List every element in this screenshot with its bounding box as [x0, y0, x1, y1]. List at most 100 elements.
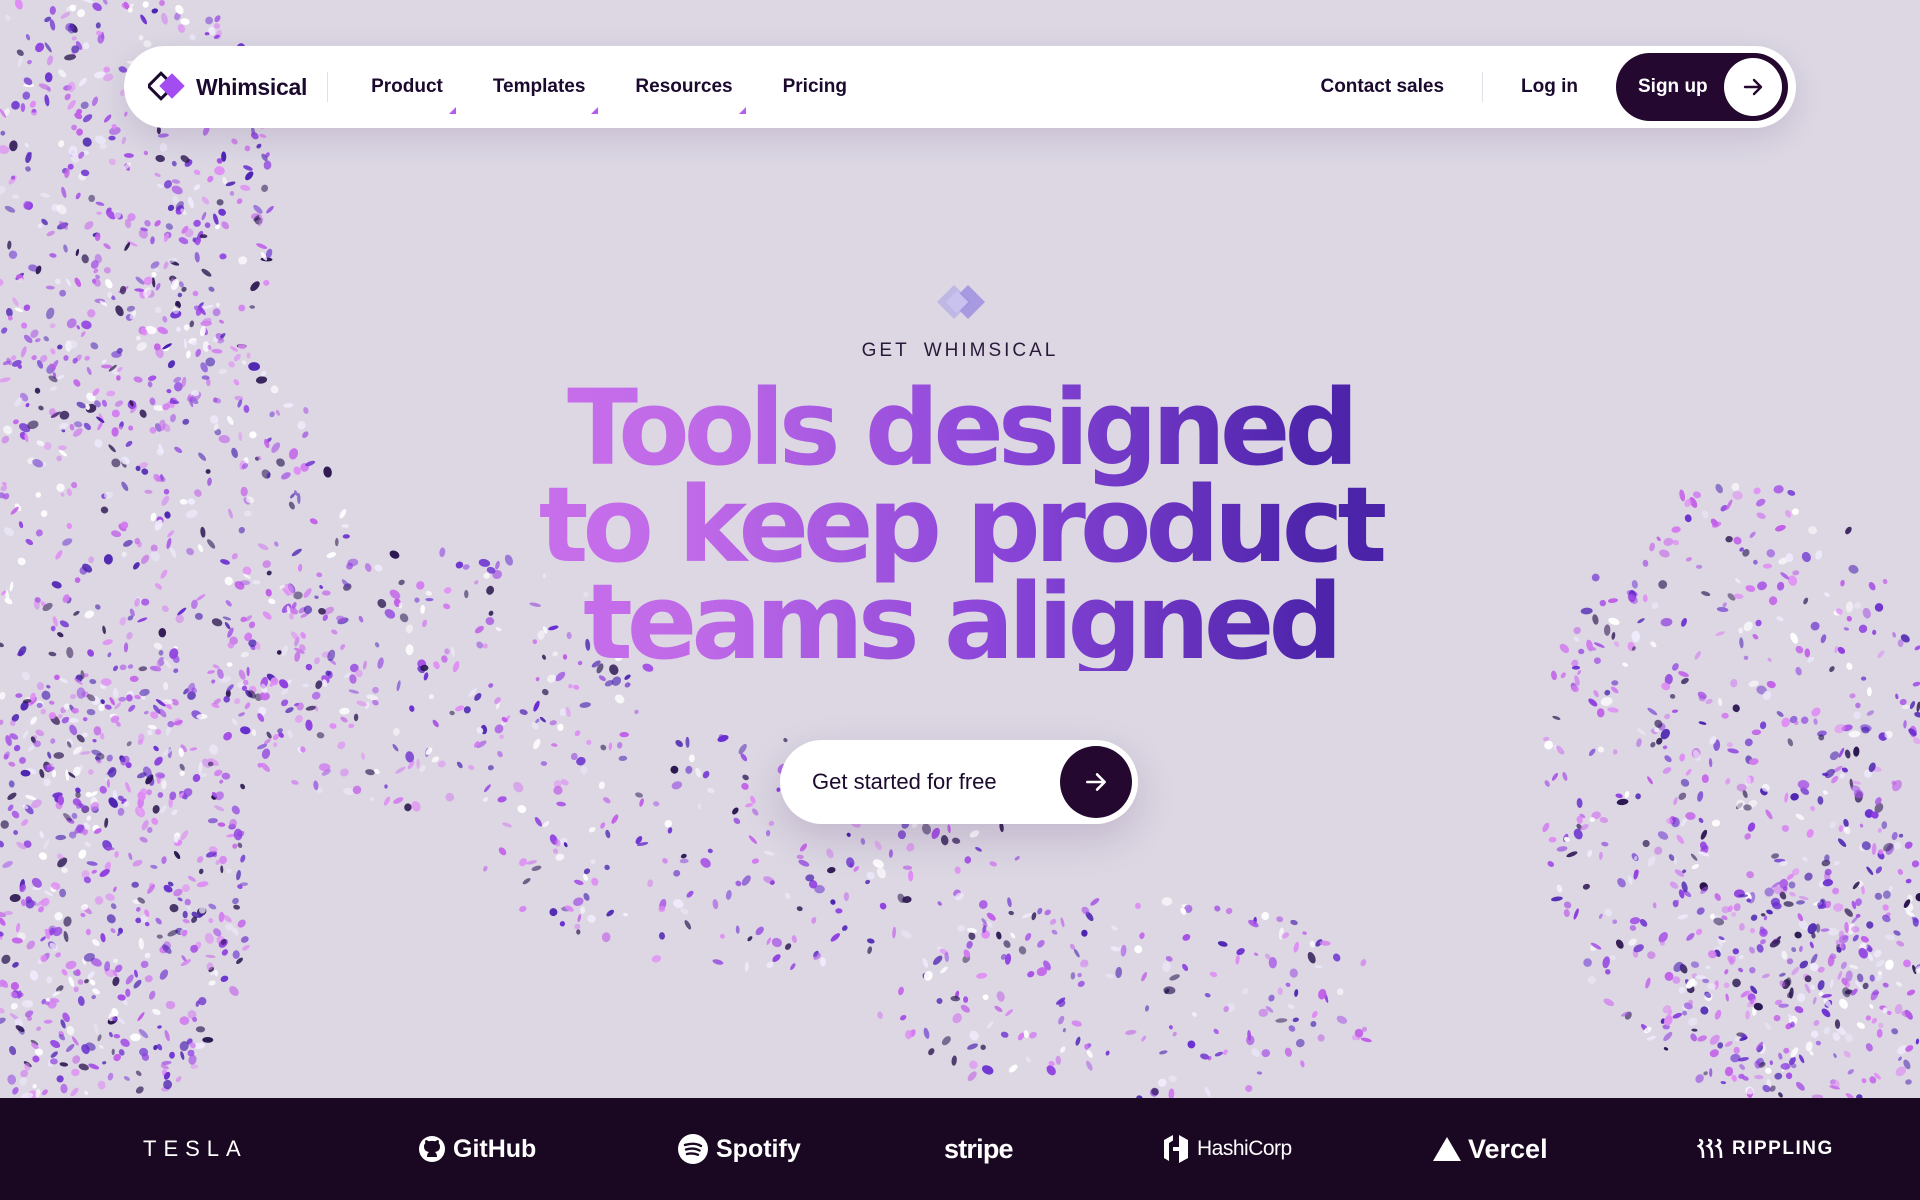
confetti-piece — [219, 779, 224, 784]
confetti-piece — [142, 1, 149, 8]
confetti-piece — [1797, 993, 1806, 1003]
nav-item-resources[interactable]: Resources — [610, 76, 757, 114]
confetti-piece — [231, 805, 240, 815]
confetti-piece — [41, 690, 51, 700]
confetti-piece — [579, 702, 591, 708]
confetti-piece — [159, 805, 167, 814]
confetti-piece — [1892, 780, 1902, 792]
confetti-piece — [950, 995, 961, 1002]
confetti-piece — [1081, 929, 1088, 937]
confetti-piece — [165, 1000, 176, 1010]
confetti-piece — [533, 700, 540, 712]
confetti-piece — [580, 766, 588, 774]
confetti-piece — [1669, 693, 1676, 699]
confetti-piece — [71, 812, 78, 819]
confetti-piece — [181, 955, 187, 962]
confetti-piece — [337, 741, 346, 750]
confetti-piece — [1714, 1009, 1722, 1020]
confetti-piece — [104, 704, 112, 710]
confetti-piece — [1169, 974, 1180, 981]
confetti-piece — [205, 954, 216, 959]
confetti-piece — [1000, 1031, 1009, 1038]
confetti-piece — [40, 193, 50, 198]
confetti-piece — [21, 322, 28, 329]
confetti-piece — [680, 853, 687, 859]
confetti-piece — [248, 362, 260, 371]
confetti-piece — [92, 939, 100, 947]
confetti-piece — [1662, 767, 1672, 774]
confetti-piece — [975, 846, 982, 852]
confetti-piece — [1717, 1042, 1724, 1049]
nav-item-pricing[interactable]: Pricing — [758, 76, 872, 98]
headline-line: Tools designed — [567, 367, 1353, 489]
confetti-piece — [1811, 707, 1821, 717]
confetti-piece — [305, 705, 316, 711]
confetti-piece — [77, 9, 86, 18]
confetti-piece — [1700, 1006, 1709, 1015]
confetti-piece — [108, 135, 116, 141]
confetti-piece — [546, 674, 557, 683]
confetti-piece — [10, 1002, 18, 1010]
confetti-piece — [47, 751, 52, 759]
confetti-piece — [1627, 875, 1633, 885]
confetti-piece — [835, 908, 843, 914]
confetti-piece — [1873, 949, 1882, 958]
confetti-piece — [1866, 710, 1875, 716]
confetti-piece — [662, 858, 668, 864]
confetti-piece — [7, 792, 17, 800]
confetti-piece — [67, 100, 76, 110]
login-link[interactable]: Log in — [1483, 76, 1616, 98]
nav-item-templates[interactable]: Templates — [468, 76, 611, 114]
confetti-piece — [1090, 898, 1100, 906]
confetti-piece — [1003, 940, 1011, 948]
nav-item-product[interactable]: Product — [346, 76, 468, 114]
confetti-piece — [1679, 753, 1686, 762]
confetti-piece — [48, 700, 55, 705]
confetti-piece — [392, 744, 399, 752]
confetti-piece — [1709, 1068, 1713, 1077]
confetti-piece — [238, 256, 248, 265]
confetti-piece — [108, 1031, 113, 1038]
confetti-piece — [1731, 1074, 1737, 1082]
confetti-piece — [221, 221, 230, 230]
contact-sales-link[interactable]: Contact sales — [1282, 76, 1482, 98]
confetti-piece — [213, 805, 225, 812]
confetti-piece — [1673, 797, 1678, 806]
confetti-piece — [348, 723, 355, 729]
confetti-piece — [1748, 946, 1755, 954]
confetti-piece — [1745, 1010, 1750, 1020]
confetti-piece — [751, 858, 760, 864]
confetti-piece — [1856, 973, 1864, 983]
confetti-piece — [768, 820, 775, 826]
confetti-piece — [765, 830, 771, 837]
confetti-piece — [1875, 866, 1883, 874]
confetti-piece — [1691, 1028, 1698, 1032]
confetti-piece — [1029, 1031, 1037, 1039]
whimsical-logo-icon — [148, 71, 185, 101]
confetti-piece — [214, 15, 221, 23]
confetti-piece — [957, 925, 966, 932]
confetti-piece — [526, 860, 537, 865]
confetti-piece — [1300, 1060, 1305, 1068]
confetti-piece — [1023, 1030, 1029, 1039]
confetti-piece — [853, 866, 860, 872]
confetti-piece — [1915, 1038, 1920, 1045]
confetti-piece — [177, 897, 183, 902]
confetti-piece — [244, 702, 251, 710]
confetti-piece — [1309, 940, 1315, 948]
confetti-piece — [266, 205, 274, 214]
brand-logo-link[interactable]: Whimsical — [148, 71, 327, 103]
confetti-piece — [108, 158, 116, 166]
confetti-piece — [61, 969, 68, 976]
confetti-piece — [65, 1043, 75, 1053]
confetti-piece — [1795, 1081, 1805, 1091]
confetti-piece — [1804, 983, 1811, 994]
confetti-piece — [112, 688, 119, 699]
signup-button[interactable]: Sign up — [1616, 53, 1788, 121]
confetti-piece — [26, 940, 36, 950]
confetti-piece — [966, 927, 978, 933]
confetti-piece — [76, 128, 84, 136]
get-started-button[interactable]: Get started for free — [780, 740, 1138, 824]
confetti-piece — [150, 236, 155, 245]
confetti-piece — [1663, 1047, 1669, 1051]
